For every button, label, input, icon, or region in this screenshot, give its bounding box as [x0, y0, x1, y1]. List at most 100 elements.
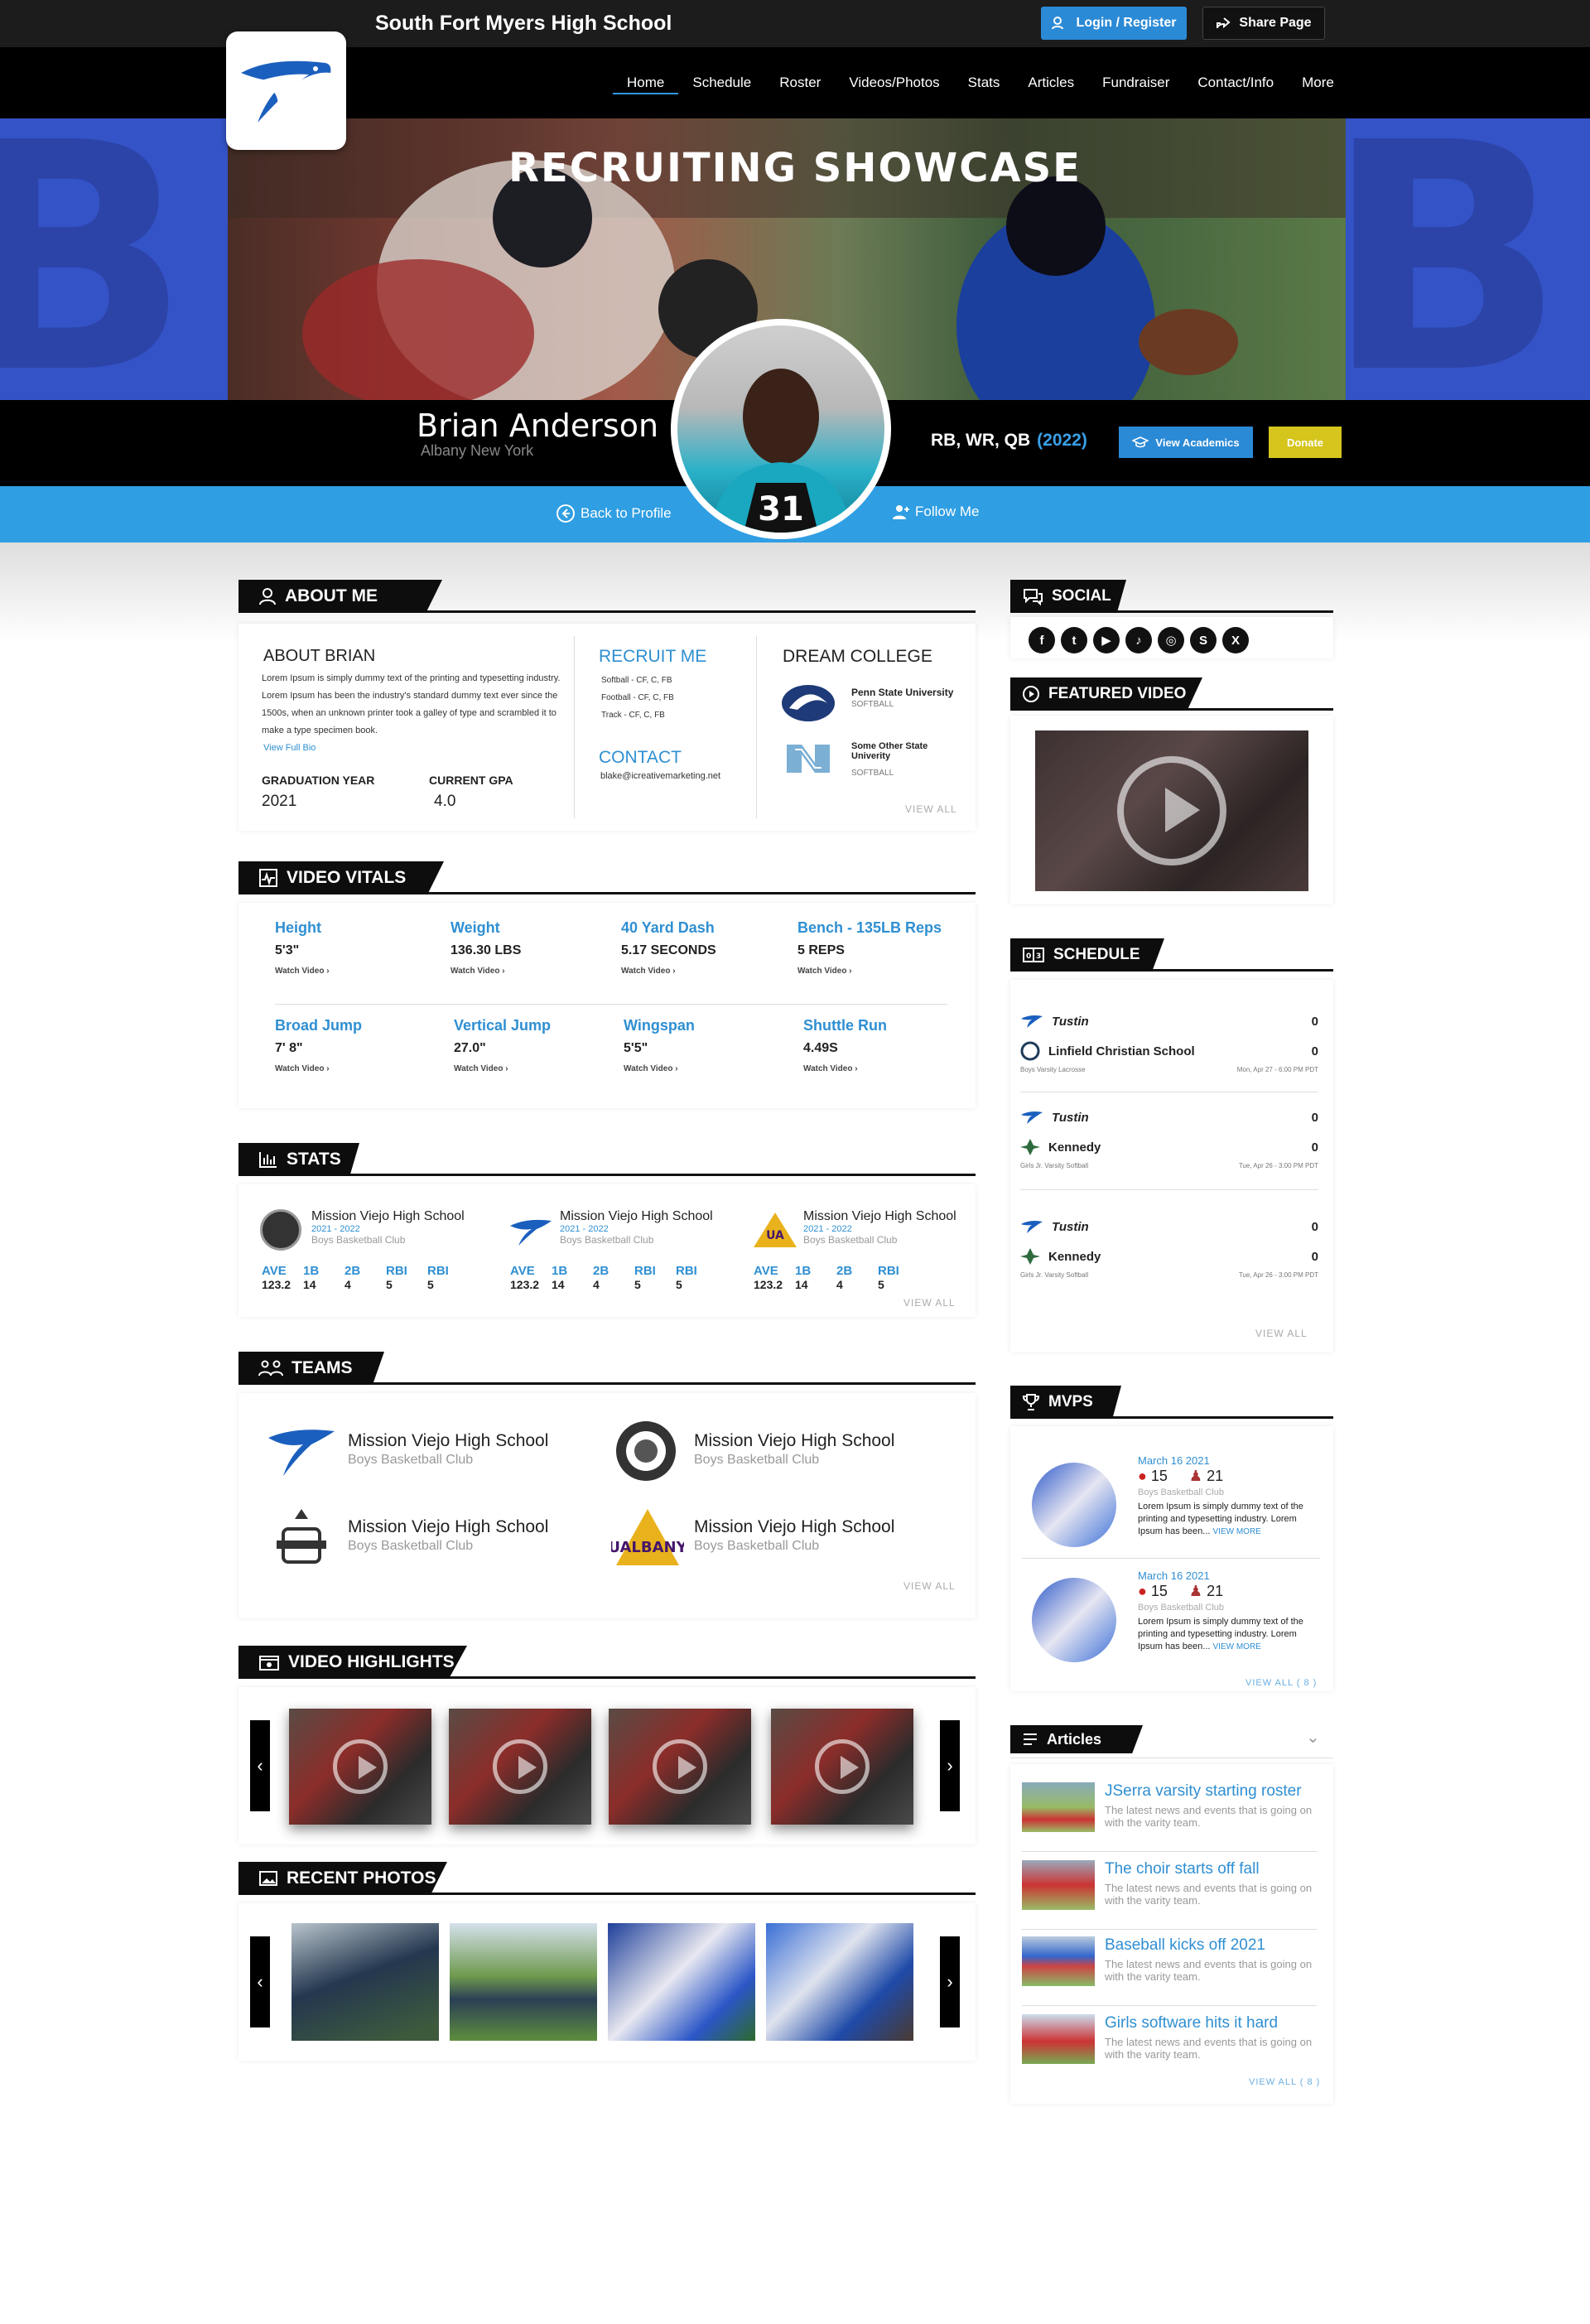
stat-num: 4 [593, 1278, 600, 1291]
away-team: Kennedy [1048, 1249, 1101, 1264]
stats-section: Mission Viejo High School 2021 - 2022 Bo… [238, 1184, 976, 1317]
team-icon: ♟ [1188, 1468, 1203, 1484]
mvp-view-more-link[interactable]: VIEW MORE [1213, 1642, 1261, 1651]
nav-stats[interactable]: Stats [954, 71, 1014, 94]
nav-schedule[interactable]: Schedule [678, 71, 765, 94]
share-page-button[interactable]: Share Page [1202, 7, 1325, 40]
article-item[interactable]: Baseball kicks off 2021 The latest news … [1022, 1936, 1317, 2006]
nav-more[interactable]: More [1288, 71, 1348, 94]
team-item[interactable]: Mission Viejo High School Boys Basketbal… [265, 1420, 596, 1486]
article-desc: The latest news and events that is going… [1105, 1882, 1313, 1907]
hero-title: RECRUITING SHOWCASE [508, 145, 1082, 191]
video-thumbnail[interactable] [771, 1709, 913, 1825]
schedule-game[interactable]: Tustin 0 Kennedy 0 Girls Jr. Varsity Softb… [1020, 1102, 1318, 1169]
watch-video-link[interactable]: Watch Video › [624, 1064, 789, 1073]
watch-video-link[interactable]: Watch Video › [275, 1064, 441, 1073]
watch-video-link[interactable]: Watch Video › [797, 967, 963, 976]
login-register-button[interactable]: Login / Register [1041, 7, 1187, 40]
follow-me-link[interactable]: Follow Me [892, 504, 979, 520]
eagle-logo-icon [268, 1430, 335, 1476]
recent-photo[interactable] [450, 1923, 597, 2041]
nav-fundraiser[interactable]: Fundraiser [1088, 71, 1183, 94]
teams-view-all-link[interactable]: VIEW ALL [903, 1580, 956, 1592]
nav-contact-info[interactable]: Contact/Info [1183, 71, 1288, 94]
vital-value: 7' 8" [275, 1041, 303, 1055]
social-header: SOCIAL [1010, 580, 1333, 613]
share-label: Share Page [1239, 16, 1312, 30]
game-date: Tue, Apr 26 - 3:00 PM PDT [1238, 1271, 1318, 1279]
highlights-prev-arrow[interactable]: ‹ [250, 1720, 270, 1811]
watch-video-link[interactable]: Watch Video › [454, 1064, 619, 1073]
watch-video-link[interactable]: Watch Video › [450, 967, 616, 976]
contact-email[interactable]: blake@icreativemarketing.net [600, 771, 720, 781]
articles-view-all-link[interactable]: VIEW ALL ( 8 ) [1249, 2077, 1320, 2087]
about-section: ABOUT BRIAN Lorem Ipsum is simply dummy … [238, 624, 976, 831]
schedule-game[interactable]: Tustin 0 Kennedy 0 Girls Jr. Varsity Softb… [1020, 1212, 1318, 1279]
college-sport: SOFTBALL [851, 769, 894, 778]
stats-view-all-link[interactable]: VIEW ALL [903, 1297, 956, 1309]
highlights-next-arrow[interactable]: › [940, 1720, 960, 1811]
view-academics-button[interactable]: View Academics [1119, 427, 1253, 458]
hudl-icon[interactable]: S [1190, 627, 1217, 653]
eagle-logo-icon [1021, 1015, 1043, 1028]
nav-menu: Home Schedule Roster Videos/Photos Stats… [613, 71, 1348, 94]
view-full-bio-link[interactable]: View Full Bio [263, 743, 316, 753]
team-item[interactable]: Mission Viejo High School Boys Basketbal… [611, 1420, 942, 1486]
facebook-icon[interactable]: f [1029, 627, 1055, 653]
about-heading: ABOUT BRIAN [263, 647, 376, 665]
about-view-all-link[interactable]: VIEW ALL [905, 803, 957, 815]
article-item[interactable]: Girls software hits it hard The latest n… [1022, 2014, 1317, 2084]
youtube-icon[interactable]: ▶ [1093, 627, 1120, 653]
college-name: Penn State University [851, 687, 954, 698]
video-thumbnail[interactable] [289, 1709, 431, 1825]
home-score: 0 [1311, 1219, 1318, 1234]
team-item[interactable]: Mission Viejo High School Boys Basketbal… [265, 1506, 596, 1572]
featured-video-player[interactable] [1035, 730, 1308, 891]
video-thumbnail[interactable] [609, 1709, 751, 1825]
school-logo[interactable] [226, 31, 346, 150]
nav-articles[interactable]: Articles [1014, 71, 1088, 94]
recent-photo[interactable] [766, 1923, 913, 2041]
stat-num: 123.2 [510, 1278, 540, 1291]
mvp-item[interactable]: March 16 2021 ● 15 ♟ 21 Boys Basketball C… [1032, 1569, 1313, 1669]
mvp-view-more-link[interactable]: VIEW MORE [1213, 1527, 1261, 1536]
mvp-club: Boys Basketball Club [1138, 1603, 1224, 1613]
watch-video-link[interactable]: Watch Video › [621, 967, 787, 976]
mvps-view-all-link[interactable]: VIEW ALL ( 8 ) [1246, 1678, 1317, 1688]
donate-button[interactable]: Donate [1269, 427, 1342, 458]
schedule-view-all-link[interactable]: VIEW ALL [1255, 1328, 1308, 1339]
vital-value: 27.0" [454, 1041, 486, 1055]
mvp-item[interactable]: March 16 2021 ● 15 ♟ 21 Boys Basketball C… [1032, 1454, 1313, 1554]
photos-next-arrow[interactable]: › [940, 1936, 960, 2027]
nav-roster[interactable]: Roster [765, 71, 835, 94]
watch-video-link[interactable]: Watch Video › [803, 1064, 969, 1073]
article-item[interactable]: The choir starts off fall The latest new… [1022, 1860, 1317, 1930]
nav-home[interactable]: Home [613, 71, 679, 94]
game-date: Tue, Apr 26 - 3:00 PM PDT [1238, 1162, 1318, 1169]
photos-prev-arrow[interactable]: ‹ [250, 1936, 270, 2027]
back-to-profile-link[interactable]: Back to Profile [556, 504, 672, 523]
twitter-icon[interactable]: t [1061, 627, 1087, 653]
svg-text:31: 31 [758, 490, 804, 528]
stat-head: AVE [510, 1264, 535, 1278]
x-icon[interactable]: X [1222, 627, 1249, 653]
watch-video-link[interactable]: Watch Video › [275, 967, 441, 976]
schedule-game[interactable]: Tustin 0 Linfield Christian School 0 Boys … [1020, 1006, 1318, 1074]
tiktok-icon[interactable]: ♪ [1125, 627, 1152, 653]
social-tab-label: SOCIAL [1052, 587, 1111, 605]
video-thumbnail[interactable] [449, 1709, 591, 1825]
recent-photo[interactable] [292, 1923, 439, 2041]
article-thumbnail [1022, 1782, 1095, 1832]
article-desc: The latest news and events that is going… [1105, 2036, 1313, 2061]
team-name: Mission Viejo High School [348, 1431, 549, 1450]
instagram-icon[interactable]: ◎ [1158, 627, 1184, 653]
nav-videos-photos[interactable]: Videos/Photos [835, 71, 953, 94]
vital-40-yard-dash: 40 Yard Dash 5.17 SECONDS Watch Video › [621, 919, 787, 976]
recent-photo[interactable] [608, 1923, 755, 2041]
vital-title: Broad Jump [275, 1017, 363, 1034]
team-item[interactable]: UALBANY Mission Viejo High School Boys B… [611, 1506, 942, 1572]
article-item[interactable]: JSerra varsity starting roster The lates… [1022, 1782, 1317, 1852]
chevron-down-icon[interactable]: ⌄ [1306, 1727, 1320, 1748]
university-crest-icon [277, 1509, 326, 1564]
user-icon [259, 588, 276, 605]
